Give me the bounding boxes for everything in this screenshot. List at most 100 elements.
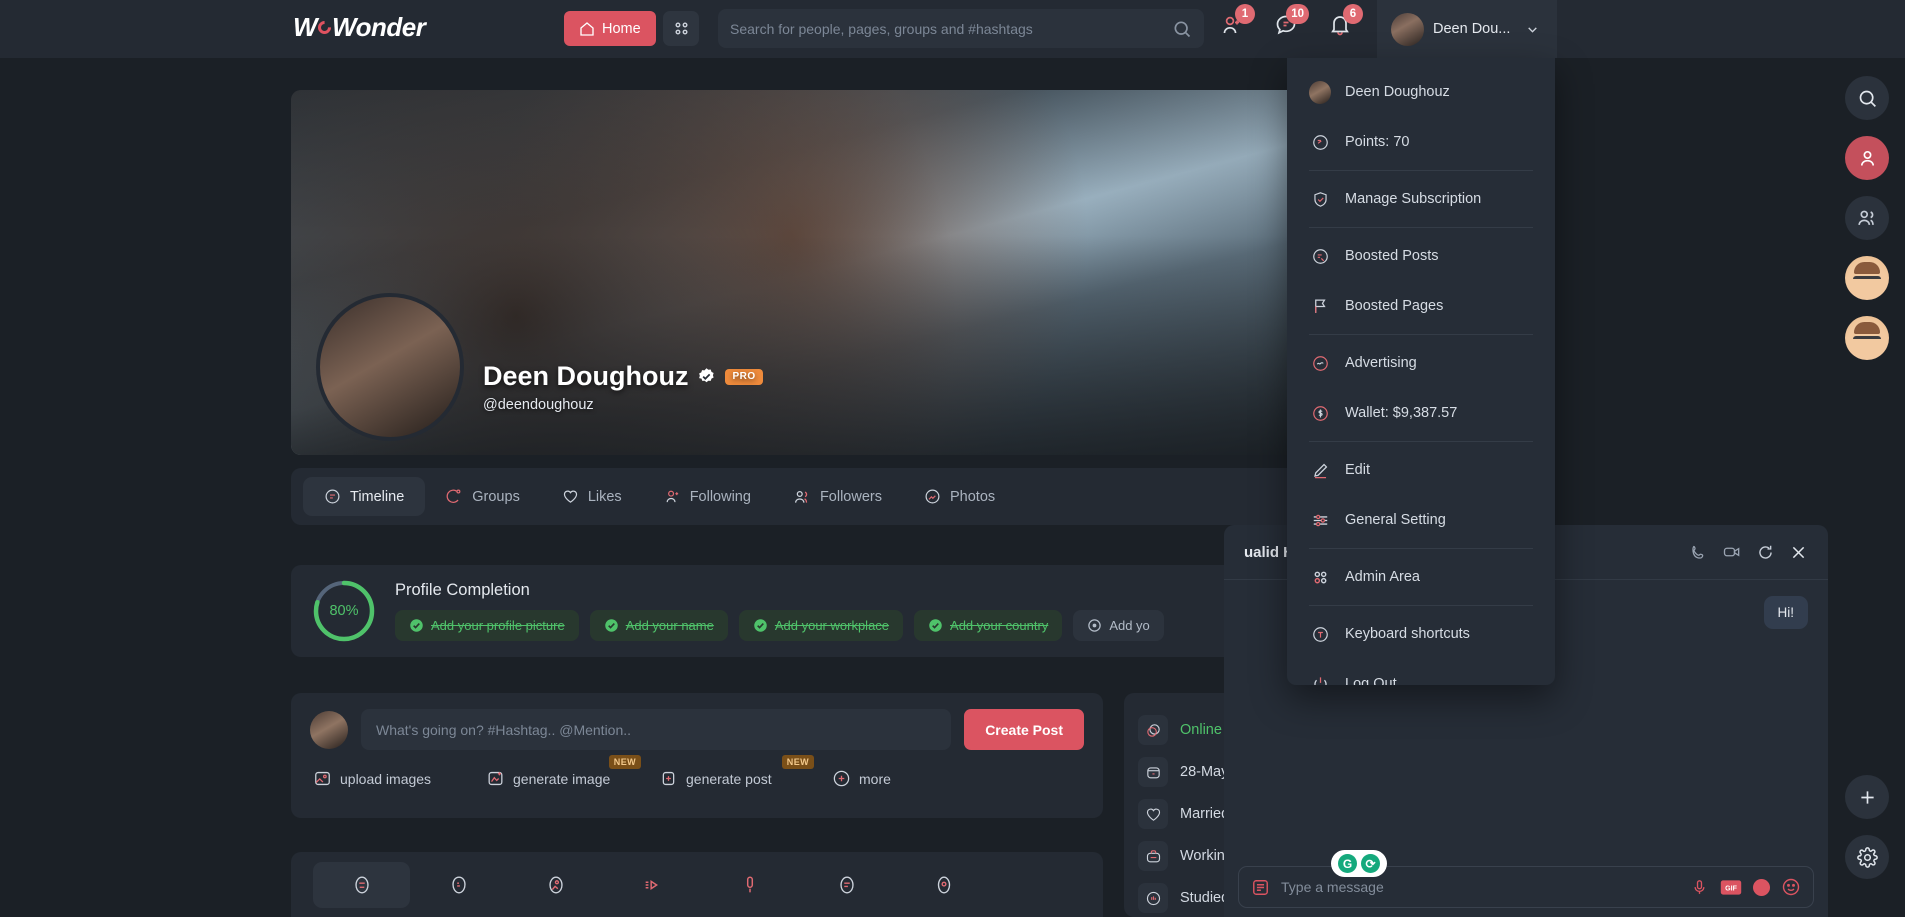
- completion-item[interactable]: Add your workplace: [738, 610, 904, 641]
- grammarly-icon[interactable]: G: [1338, 854, 1357, 873]
- emoji-icon[interactable]: [1781, 877, 1801, 897]
- check-circle-icon: [754, 619, 767, 632]
- strip-sticker-button[interactable]: [410, 862, 507, 908]
- dropdown-item-manage-subscription[interactable]: Manage Subscription: [1287, 174, 1555, 224]
- rail-contact-avatar[interactable]: [1845, 256, 1889, 300]
- dropdown-item-label: Keyboard shortcuts: [1345, 626, 1470, 642]
- microphone-icon[interactable]: [1690, 878, 1709, 897]
- upload-images-label: upload images: [340, 770, 432, 787]
- dropdown-item-points[interactable]: Points: 70: [1287, 117, 1555, 167]
- rail-add-button[interactable]: [1845, 775, 1889, 819]
- rail-search-button[interactable]: [1845, 76, 1889, 120]
- open-external-icon[interactable]: [1756, 543, 1775, 562]
- dropdown-item-label: Admin Area: [1345, 569, 1420, 585]
- dropdown-item-profile[interactable]: Deen Doughouz: [1287, 67, 1555, 117]
- apps-grid-button[interactable]: [663, 11, 699, 46]
- pro-badge: PRO: [725, 368, 763, 385]
- post-composer-input[interactable]: [361, 709, 952, 750]
- tab-followers[interactable]: Followers: [772, 477, 903, 517]
- new-badge: NEW: [781, 755, 814, 769]
- dropdown-item-keyboard-shortcuts[interactable]: Keyboard shortcuts: [1287, 609, 1555, 659]
- profile-avatar[interactable]: [316, 293, 464, 441]
- dropdown-item-general-setting[interactable]: General Setting: [1287, 495, 1555, 545]
- completion-item[interactable]: Add your name: [589, 610, 728, 641]
- dropdown-item-label: Wallet: $9,387.57: [1345, 405, 1458, 421]
- avatar-icon: [1309, 80, 1331, 104]
- search-input[interactable]: [730, 20, 1172, 37]
- record-icon[interactable]: [1753, 878, 1770, 896]
- tab-timeline[interactable]: Timeline: [303, 477, 426, 516]
- dropdown-item-advertising[interactable]: Advertising: [1287, 338, 1555, 388]
- grammarly-widget[interactable]: G ⟳: [1331, 850, 1387, 877]
- user-menu-name: Deen Dou...: [1433, 21, 1511, 37]
- strip-video-button[interactable]: [604, 862, 701, 908]
- dropdown-item-label: Manage Subscription: [1345, 191, 1482, 207]
- divider: [1309, 334, 1533, 335]
- friend-requests-button[interactable]: 1: [1218, 4, 1255, 41]
- power-icon: [1309, 675, 1331, 685]
- completion-item[interactable]: Add your country: [914, 610, 1063, 641]
- settings-gear-icon: [1856, 846, 1878, 868]
- create-post-button[interactable]: Create Post: [964, 709, 1084, 750]
- education-glyph-icon: [1146, 891, 1160, 905]
- strip-microphone-button[interactable]: [701, 862, 798, 908]
- completion-item-label: Add your profile picture: [431, 618, 565, 633]
- close-icon[interactable]: [1789, 543, 1808, 562]
- global-search[interactable]: [718, 9, 1204, 48]
- completion-item[interactable]: Add your profile picture: [395, 610, 579, 641]
- strip-location-button[interactable]: [895, 862, 992, 908]
- divider: [1309, 548, 1533, 549]
- rail-profile-button[interactable]: [1845, 136, 1889, 180]
- heart-icon: [563, 490, 577, 503]
- strip-photo-button[interactable]: [507, 862, 604, 908]
- logo-dot-icon: [315, 18, 334, 37]
- rail-contact-avatar[interactable]: [1845, 316, 1889, 360]
- rail-friends-button[interactable]: [1845, 196, 1889, 240]
- subscription-shield-icon: [1309, 190, 1331, 209]
- video-call-icon[interactable]: [1722, 542, 1742, 562]
- wowonder-logo[interactable]: W Wonder: [293, 12, 426, 43]
- text-format-icon[interactable]: [1251, 878, 1270, 897]
- tab-groups[interactable]: Groups: [425, 477, 541, 516]
- logo-text-1: W: [293, 12, 318, 42]
- rail-settings-button[interactable]: [1845, 835, 1889, 879]
- friend-requests-badge: 1: [1235, 4, 1255, 24]
- dropdown-item-admin-area[interactable]: Admin Area: [1287, 552, 1555, 602]
- circle-plus-icon: [1088, 619, 1102, 632]
- generate-image-button[interactable]: generate image NEW: [486, 755, 659, 788]
- messages-button[interactable]: 10: [1272, 4, 1309, 41]
- dropdown-item-boosted-posts[interactable]: Boosted Posts: [1287, 231, 1555, 281]
- dropdown-item-wallet[interactable]: Wallet: $9,387.57: [1287, 388, 1555, 438]
- dropdown-item-label: Boosted Posts: [1345, 248, 1439, 264]
- tab-photos-label: Photos: [949, 488, 996, 505]
- upload-images-button[interactable]: upload images: [313, 769, 486, 788]
- home-button[interactable]: Home: [564, 11, 656, 46]
- check-circle-icon: [929, 619, 942, 632]
- chat-message-input[interactable]: [1281, 879, 1679, 895]
- strip-poll-button[interactable]: [798, 862, 895, 908]
- dropdown-item-label: General Setting: [1345, 512, 1446, 528]
- create-post-card: Create Post upload images generate image…: [291, 693, 1103, 818]
- friends-icon: [1858, 210, 1874, 225]
- refresh-icon[interactable]: ⟳: [1361, 854, 1380, 873]
- generate-post-label: generate post: [686, 770, 772, 787]
- dropdown-item-boosted-pages[interactable]: Boosted Pages: [1287, 281, 1555, 331]
- search-icon[interactable]: [1172, 19, 1192, 39]
- plus-circle-icon: [833, 770, 850, 787]
- phone-call-icon[interactable]: [1689, 543, 1708, 562]
- strip-feeling-button[interactable]: [313, 861, 410, 908]
- gif-icon[interactable]: GIF: [1720, 879, 1742, 896]
- dropdown-item-log-out[interactable]: Log Out: [1287, 659, 1555, 685]
- wallet-dollar-icon: [1309, 404, 1331, 423]
- user-menu-button[interactable]: Deen Dou...: [1377, 0, 1557, 58]
- more-options-button[interactable]: more: [832, 769, 1005, 788]
- new-badge: NEW: [608, 755, 641, 769]
- dropdown-item-edit[interactable]: Edit: [1287, 445, 1555, 495]
- completion-item[interactable]: Add yo: [1073, 610, 1164, 641]
- generate-post-button[interactable]: generate post NEW: [659, 755, 832, 788]
- tab-photos[interactable]: Photos: [903, 477, 1016, 516]
- users-icon: [794, 490, 808, 503]
- tab-likes[interactable]: Likes: [541, 477, 643, 516]
- notifications-button[interactable]: 6: [1326, 4, 1363, 41]
- tab-following[interactable]: Following: [643, 477, 772, 516]
